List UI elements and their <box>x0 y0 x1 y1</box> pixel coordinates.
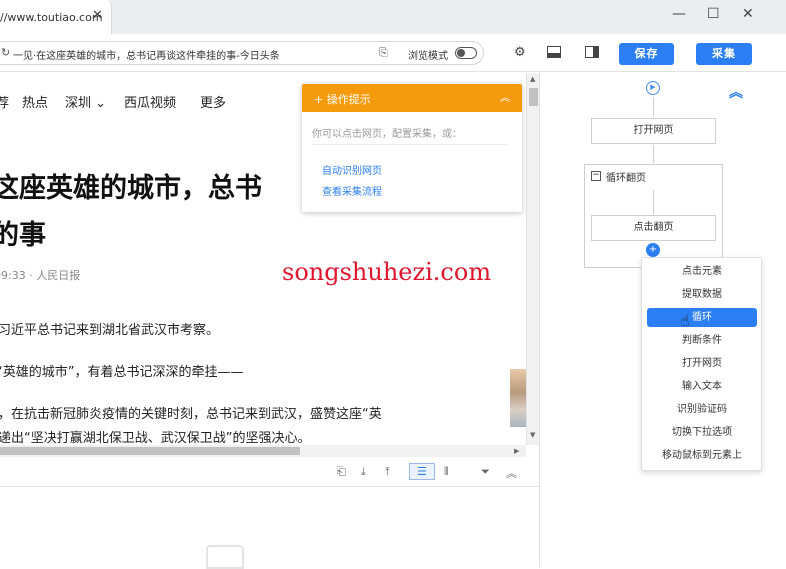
flow-connector <box>653 145 654 163</box>
flow-node-click-page[interactable]: 点击翻页 <box>591 215 716 241</box>
menu-item-switch-dropdown[interactable]: 切换下拉选项 <box>647 423 757 442</box>
layout-right-icon[interactable] <box>585 46 599 58</box>
title-bar: //www.toutiao.com ✕ — ☐ ✕ <box>0 0 786 34</box>
minimize-icon[interactable]: — <box>672 6 686 22</box>
vertical-scrollbar[interactable]: ▲ ▼ <box>526 73 540 445</box>
menu-item-extract-data[interactable]: 提取数据 <box>647 285 757 304</box>
browse-mode-label: 浏览模式 <box>408 51 448 62</box>
toggle-knob <box>457 49 465 57</box>
flow-connector <box>653 190 654 214</box>
nav-item-more[interactable]: 更多 <box>200 92 226 111</box>
tab-title: //www.toutiao.com <box>0 11 103 24</box>
menu-item-loop[interactable]: 循环 <box>647 308 757 327</box>
window-close-icon[interactable]: ✕ <box>742 6 754 22</box>
collect-button[interactable]: 采集 <box>696 43 752 65</box>
watermark: songshuhezi.com <box>282 258 492 286</box>
browse-mode-toggle[interactable] <box>455 47 477 59</box>
view-flow-link[interactable]: 查看采集流程 <box>322 183 382 198</box>
vertical-scrollbar-thumb[interactable] <box>529 88 538 106</box>
menu-item-captcha[interactable]: 识别验证码 <box>647 400 757 419</box>
scroll-up-icon[interactable]: ▲ <box>530 75 535 83</box>
tip-divider <box>312 144 508 145</box>
collapse-panel-icon[interactable]: ︽ <box>506 465 517 481</box>
article-meta: 09:33 · 人民日报 <box>0 269 81 282</box>
tip-popup: + 操作提示 ︽ 你可以点击网页，配置采集，或： 自动识别网页 查看采集流程 <box>302 84 522 212</box>
article-paragraph: ，在抗击新冠肺炎疫情的关键时刻，总书记来到武汉，盛赞这座“英 <box>0 407 382 422</box>
add-step-menu: 点击元素 提取数据 循环 判断条件 打开网页 输入文本 识别验证码 切换下拉选项… <box>641 257 762 471</box>
nav-item-xigua-video[interactable]: 西瓜视频 <box>124 92 176 111</box>
upload-icon[interactable]: ⤒ <box>385 465 390 479</box>
filter-icon[interactable]: ⏷ <box>481 465 490 479</box>
export-icon[interactable]: ⎗ <box>337 465 346 479</box>
menu-item-click-element[interactable]: 点击元素 <box>647 262 757 281</box>
article-paragraph: “英雄的城市”，有着总书记深深的牵挂—— <box>0 365 244 380</box>
auto-detect-link[interactable]: 自动识别网页 <box>322 162 382 177</box>
horizontal-scrollbar[interactable]: ▶ <box>0 445 526 457</box>
tip-header: + 操作提示 ︽ <box>302 84 522 112</box>
loop-collapse-icon[interactable]: − <box>591 171 601 181</box>
maximize-icon[interactable]: ☐ <box>707 6 720 22</box>
nav-item-shenzhen[interactable]: 深圳 ⌄ <box>65 92 106 111</box>
browser-tab[interactable]: //www.toutiao.com ✕ <box>0 0 112 34</box>
tip-title: 操作提示 <box>326 93 371 106</box>
address-bar[interactable]: ↻ 一见·在这座英雄的城市，总书记再谈这件牵挂的事-今日头条 ⎘ 浏览模式 <box>0 41 484 65</box>
tip-text: 你可以点击网页，配置采集，或： <box>312 129 462 140</box>
reload-icon[interactable]: ↻ <box>1 46 10 59</box>
address-text: 一见·在这座英雄的城市，总书记再谈这件牵挂的事-今日头条 <box>13 51 280 62</box>
save-button[interactable]: 保存 <box>619 43 674 65</box>
add-step-button[interactable]: + <box>646 243 660 257</box>
panel-divider[interactable] <box>539 72 540 567</box>
menu-item-input-text[interactable]: 输入文本 <box>647 377 757 396</box>
empty-data-icon <box>206 545 244 569</box>
article-thumbnail[interactable] <box>510 369 526 427</box>
hand-cursor-icon: ☝ <box>680 311 690 330</box>
layout-bottom-icon[interactable] <box>547 46 561 58</box>
download-icon[interactable]: ⤓ <box>361 465 366 479</box>
scroll-right-icon[interactable]: ▶ <box>514 447 519 455</box>
scroll-down-icon[interactable]: ▼ <box>530 431 535 439</box>
flow-loop-label: 循环翻页 <box>606 173 646 184</box>
settings-gear-icon[interactable]: ⚙ <box>514 45 526 60</box>
menu-item-condition[interactable]: 判断条件 <box>647 331 757 350</box>
nav-item-recommend[interactable]: 荐 <box>0 92 9 111</box>
menu-item-open-page[interactable]: 打开网页 <box>647 354 757 373</box>
data-preview-toolbar: ⎗ ⤓ ⤒ ☰ ⫴ ⏷ ︽ <box>0 457 540 487</box>
flow-start-icon[interactable]: ▶ <box>646 81 660 95</box>
flow-node-open-page[interactable]: 打开网页 <box>591 118 716 144</box>
plus-icon: + <box>314 93 327 106</box>
article-headline-line2: 的事 <box>0 220 46 251</box>
reader-icon[interactable]: ⎘ <box>379 46 388 60</box>
article-headline: 这座英雄的城市，总书 <box>0 173 262 204</box>
nav-item-hot[interactable]: 热点 <box>22 92 48 111</box>
tip-collapse-icon[interactable]: ︽ <box>500 89 510 104</box>
flow-connector <box>653 97 654 117</box>
flow-collapse-icon[interactable]: ︽ <box>729 82 743 102</box>
article-paragraph: 习近平总书记来到湖北省武汉市考察。 <box>0 323 220 338</box>
column-view-icon[interactable]: ⫴ <box>444 465 449 479</box>
horizontal-scrollbar-thumb[interactable] <box>0 447 300 455</box>
tab-close-icon[interactable]: ✕ <box>92 8 103 23</box>
list-view-icon: ☰ <box>417 465 427 478</box>
article-paragraph: 递出“坚决打赢湖北保卫战、武汉保卫战”的坚强决心。 <box>0 431 311 445</box>
menu-item-mouse-hover[interactable]: 移动鼠标到元素上 <box>647 446 757 465</box>
